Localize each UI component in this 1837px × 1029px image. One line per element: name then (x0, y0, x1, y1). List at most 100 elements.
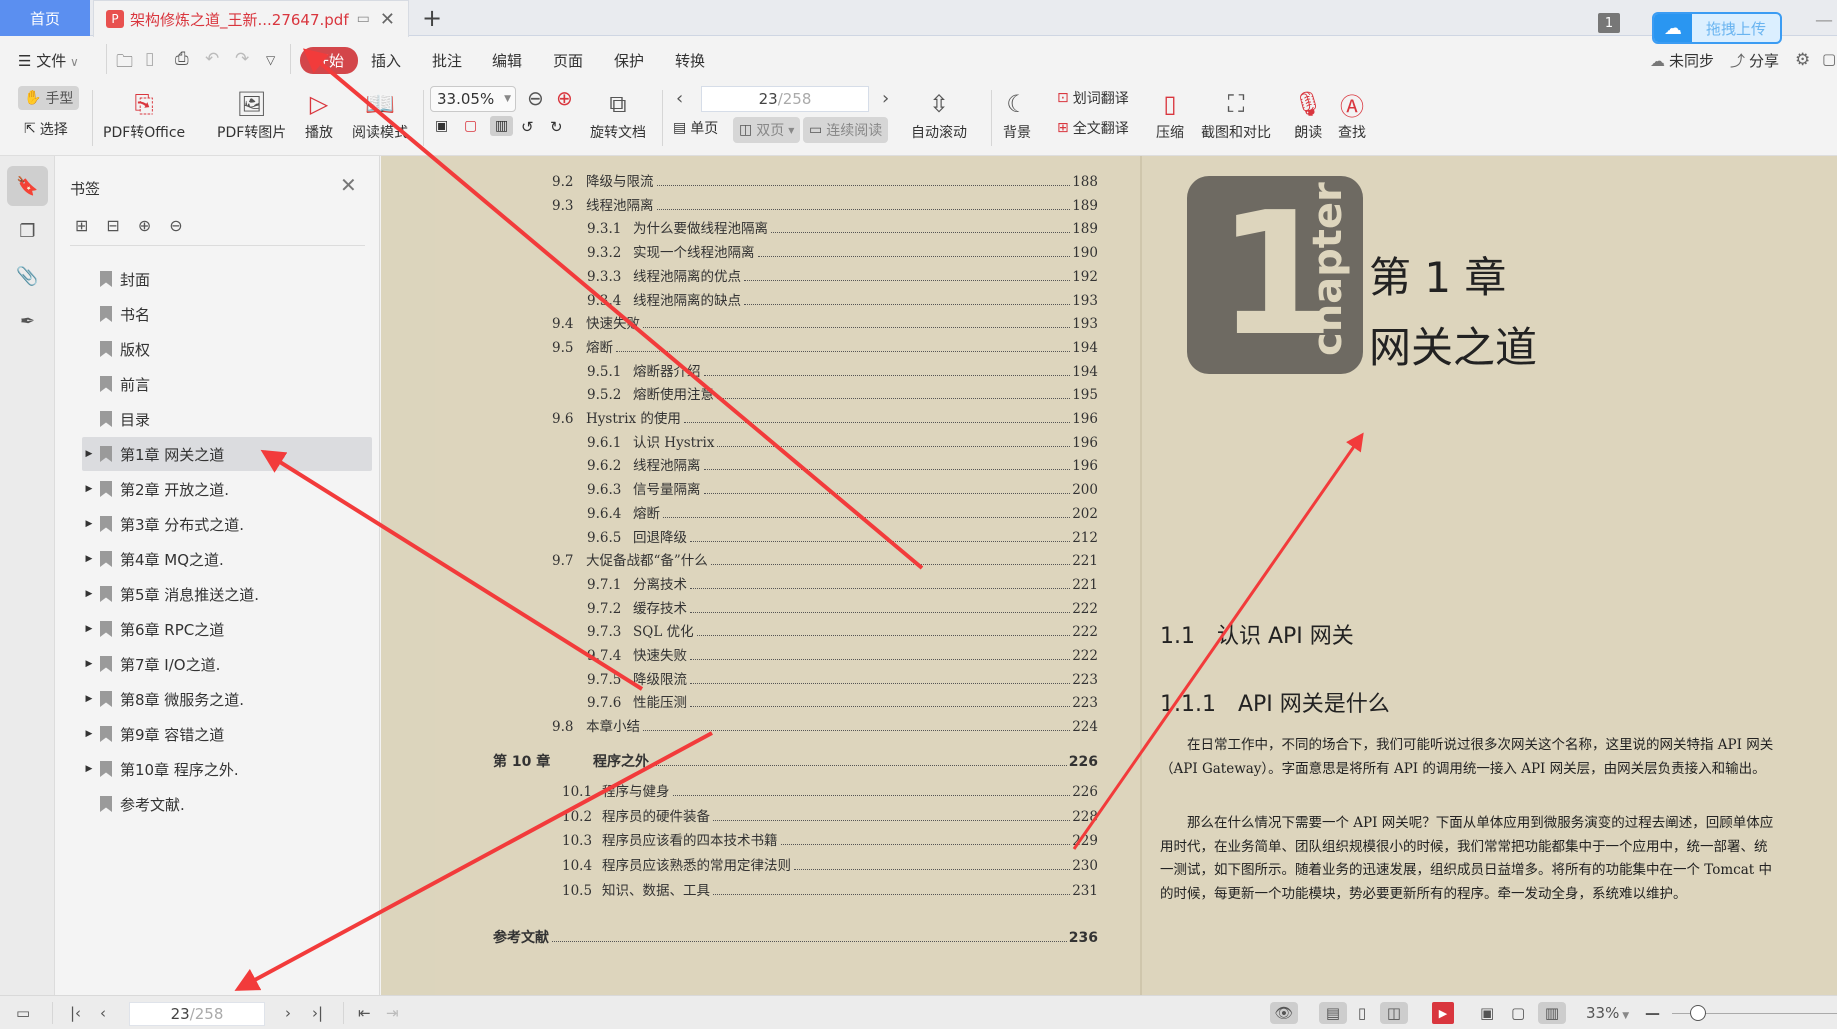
compress-button[interactable]: ▯ 压缩 (1156, 86, 1184, 142)
toc-entry[interactable]: 9.3 线程池隔离 189 (552, 194, 1098, 214)
first-page-icon[interactable]: |‹ (70, 1002, 81, 1024)
document-view[interactable]: 9.2 降级与限流 188 9.3 线程池隔离 189 9.3.1 为什么要做线程池隔离 189… (381, 156, 1837, 995)
zoom-level-select[interactable]: 33.05% ▼ (430, 86, 516, 112)
toc-entry[interactable]: 9.6.4 熔断 202 (587, 502, 1098, 522)
zoom-in-icon[interactable]: ⊕ (556, 86, 573, 110)
minimize-button[interactable]: — (1815, 10, 1833, 31)
new-tab-button[interactable]: + (422, 4, 442, 32)
toc-entry[interactable]: 9.7.1 分离技术 221 (587, 573, 1098, 593)
previous-page-icon[interactable]: ‹ (676, 88, 683, 109)
fit-width-icon[interactable]: ▥ (1538, 1002, 1566, 1024)
bookmark-item[interactable]: ▶ 第9章 容错之道 (82, 717, 372, 751)
expand-all-icon[interactable]: ⊞ (75, 216, 88, 235)
zoom-out-button[interactable]: — (1645, 1002, 1660, 1024)
read-mode-button[interactable]: 📖 阅读模式 (352, 86, 408, 142)
feedback-icon[interactable]: ▢ (1822, 50, 1836, 68)
toc-entry[interactable]: 9.2 降级与限流 188 (552, 170, 1098, 190)
bookmark-item[interactable]: 书名 (82, 297, 372, 331)
menu-tab-insert[interactable]: 插入 (371, 50, 401, 71)
expand-arrow-icon[interactable]: ▶ (82, 519, 96, 529)
bookmark-item[interactable]: ▶ 第8章 微服务之道. (82, 682, 372, 716)
status-zoom-select[interactable]: 33% ▼ (1586, 1004, 1629, 1022)
toc-entry[interactable]: 9.3.3 线程池隔离的优点 192 (587, 265, 1098, 285)
toc-entry[interactable]: 第 10 章 程序之外 226 (493, 751, 1098, 771)
bookmark-item[interactable]: 参考文献. (82, 787, 372, 821)
next-page-icon[interactable]: › (882, 88, 889, 109)
double-page-view-icon[interactable]: ◫ (1380, 1002, 1408, 1024)
slideshow-play-button[interactable]: ▶ (1432, 1002, 1454, 1024)
toc-entry[interactable]: 9.6.5 回退降级 212 (587, 526, 1098, 546)
find-button[interactable]: Ⓐ 查找 (1338, 86, 1366, 142)
undo-icon[interactable]: ↶ (205, 49, 219, 69)
toc-entry[interactable]: 9.5.2 熔断使用注意 195 (587, 383, 1098, 403)
expand-arrow-icon[interactable]: ▶ (82, 554, 96, 564)
actual-size-icon[interactable]: ▣ (1480, 1002, 1494, 1024)
rotate-document-button[interactable]: ⧉ 旋转文档 (590, 86, 646, 142)
fit-page-icon[interactable]: ▢ (464, 118, 477, 134)
single-page-view-icon[interactable]: ▯ (1352, 1002, 1372, 1024)
expand-arrow-icon[interactable]: ▶ (82, 764, 96, 774)
toc-entry[interactable]: 10.4 程序员应该熟悉的常用定律法则 230 (562, 854, 1098, 874)
rotate-right-icon[interactable]: ↻ (550, 118, 563, 136)
toc-entry[interactable]: 9.3.1 为什么要做线程池隔离 189 (587, 217, 1098, 237)
tab-home[interactable]: 首页 (0, 0, 90, 36)
bookmark-item[interactable]: 封面 (82, 262, 372, 296)
toc-entry[interactable]: 10.2 程序员的硬件装备 228 (562, 805, 1098, 825)
menu-tab-convert[interactable]: 转换 (675, 50, 705, 71)
panel-toggle-icon[interactable]: ▭ (16, 1002, 30, 1024)
bookmark-item[interactable]: 前言 (82, 367, 372, 401)
zoom-out-icon[interactable]: ⊖ (527, 86, 544, 110)
actual-size-icon[interactable]: ▣ (435, 118, 448, 134)
thumbnail-panel-icon[interactable]: ❐ (7, 211, 48, 251)
zoom-slider-handle[interactable] (1690, 1005, 1707, 1021)
bookmark-item[interactable]: ▶ 第3章 分布式之道. (82, 507, 372, 541)
next-page-icon[interactable]: › (285, 1002, 291, 1024)
bookmark-item[interactable]: ▶ 第6章 RPC之道 (82, 612, 372, 646)
toc-entry[interactable]: 9.7.6 性能压测 223 (587, 691, 1098, 711)
full-translate-button[interactable]: ⊞ 全文翻译 (1057, 118, 1129, 138)
last-page-icon[interactable]: ›| (312, 1002, 323, 1024)
eye-protection-icon[interactable]: 👁 (1270, 1002, 1298, 1024)
monitor-icon[interactable]: ▭ (357, 11, 370, 27)
bookmark-item[interactable]: ▶ 第5章 消息推送之道. (82, 577, 372, 611)
back-view-icon[interactable]: ⇤ (358, 1002, 371, 1024)
expand-arrow-icon[interactable]: ▶ (82, 624, 96, 634)
expand-arrow-icon[interactable]: ▶ (82, 694, 96, 704)
expand-arrow-icon[interactable]: ▶ (82, 484, 96, 494)
bookmark-item[interactable]: ▶ 第7章 I/O之道. (82, 647, 372, 681)
bookmark-panel-icon[interactable]: 🔖 (7, 166, 48, 206)
background-button[interactable]: ☾ 背景 (1003, 86, 1031, 142)
remove-bookmark-icon[interactable]: ⊖ (169, 216, 182, 235)
menu-tab-start[interactable]: 开始 (300, 47, 359, 74)
toc-entry[interactable]: 10.3 程序员应该看的四本技术书籍 229 (562, 829, 1098, 849)
share-button[interactable]: ⤴ 分享 (1730, 50, 1779, 71)
page-number-input[interactable]: 23/258 (701, 86, 869, 112)
bookmark-item[interactable]: ▶ 第10章 程序之外. (82, 752, 372, 786)
status-page-input[interactable]: 23/258 (129, 1002, 265, 1026)
expand-arrow-icon[interactable]: ▶ (82, 589, 96, 599)
collapse-all-icon[interactable]: ⊟ (106, 216, 119, 235)
bookmark-item[interactable]: ▶ 第1章 网关之道 (82, 437, 372, 471)
menu-tab-edit[interactable]: 编辑 (492, 50, 522, 71)
bookmark-item[interactable]: 目录 (82, 402, 372, 436)
window-count-badge[interactable]: 1 (1598, 13, 1620, 33)
open-folder-icon[interactable]: 🗀 (116, 49, 133, 78)
expand-arrow-icon[interactable]: ▶ (82, 659, 96, 669)
close-panel-icon[interactable]: ✕ (340, 173, 357, 197)
previous-page-icon[interactable]: ‹ (100, 1002, 106, 1024)
menu-tab-protect[interactable]: 保护 (614, 50, 644, 71)
word-translate-button[interactable]: ⊡ 划词翻译 (1057, 88, 1129, 108)
pdf-to-office-button[interactable]: ⎘ PDF转Office (103, 86, 185, 142)
toc-entry[interactable]: 9.3.4 线程池隔离的缺点 193 (587, 289, 1098, 309)
toc-entry[interactable]: 9.6.1 认识 Hystrix 196 (587, 431, 1098, 451)
toc-entry[interactable]: 9.7.4 快速失败 222 (587, 644, 1098, 664)
double-page-button[interactable]: ◫ 双页 ▼ (733, 117, 801, 143)
continuous-read-button[interactable]: ▭ 连续阅读 (803, 117, 889, 143)
bookmark-item[interactable]: ▶ 第2章 开放之道. (82, 472, 372, 506)
bookmark-item[interactable]: 版权 (82, 332, 372, 366)
toc-entry[interactable]: 9.6 Hystrix 的使用 196 (552, 407, 1098, 427)
close-tab-icon[interactable]: ✕ (380, 9, 395, 30)
read-aloud-button[interactable]: 🎙 朗读 (1293, 86, 1323, 142)
play-button[interactable]: ▷ 播放 (305, 86, 333, 142)
menu-tab-annotate[interactable]: 批注 (432, 50, 462, 71)
